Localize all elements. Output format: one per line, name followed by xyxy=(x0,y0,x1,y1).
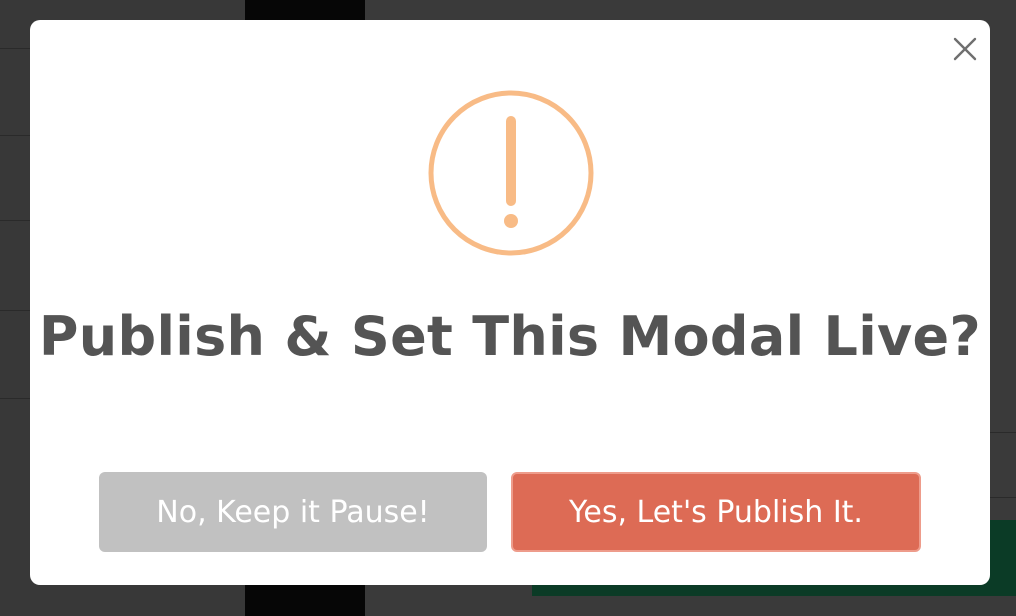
background-divider xyxy=(990,432,1016,433)
modal-title: Publish & Set This Modal Live? xyxy=(38,305,982,368)
warning-exclamation-icon xyxy=(427,89,595,257)
app-page: Publish & Set This Modal Live? No, Keep … xyxy=(0,0,1016,616)
close-button[interactable] xyxy=(952,36,978,62)
keep-paused-button[interactable]: No, Keep it Pause! xyxy=(99,472,487,552)
close-icon xyxy=(953,37,977,61)
publish-confirm-modal: Publish & Set This Modal Live? No, Keep … xyxy=(30,20,990,585)
publish-button[interactable]: Yes, Let's Publish It. xyxy=(511,472,921,552)
background-divider xyxy=(990,497,1016,498)
